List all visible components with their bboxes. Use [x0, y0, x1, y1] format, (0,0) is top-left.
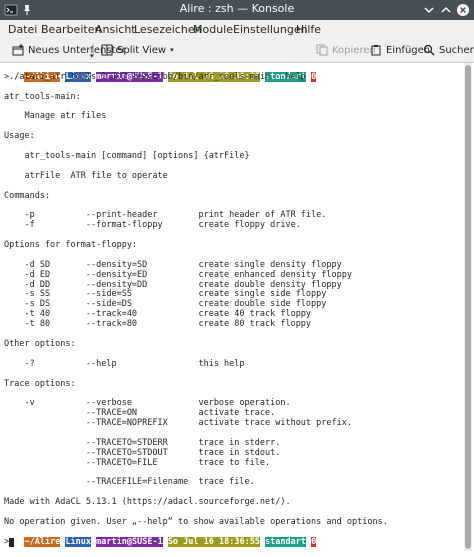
- scrollbar-thumb[interactable]: [465, 65, 471, 549]
- terminal-output-line: Commands:: [4, 190, 51, 201]
- split-view-label: Split View: [117, 44, 167, 56]
- menu-hilfe[interactable]: Hilfe: [296, 23, 321, 36]
- terminal-output-line: Options for format-floppy:: [4, 240, 138, 251]
- copy-button[interactable]: Kopieren: [316, 43, 376, 57]
- terminal-view[interactable]: ~/Alire Linux martin@SUSE-1 So Jul 16 18…: [4, 63, 462, 551]
- paste-icon: [371, 45, 381, 56]
- terminal-output-line: Trace options:: [4, 378, 76, 389]
- terminal-output-line: Manage atr files: [4, 111, 107, 122]
- prompt-status: 0: [311, 536, 317, 547]
- search-icon: [423, 44, 435, 56]
- prompt-branch: standart: [265, 536, 307, 547]
- terminal-output-line: -f --format-floppy create floppy drive.: [4, 220, 301, 231]
- chevron-down-icon: ▾: [170, 46, 174, 54]
- window-title: Alire : zsh — Konsole: [179, 2, 295, 15]
- prompt-directory: ~/Alire: [24, 536, 61, 547]
- terminal-output-line: atrFile ATR file to operate: [4, 170, 168, 181]
- terminal-output: >./atari_atr_tools_1.1.3_1e2cccbb/bin/at…: [4, 71, 462, 528]
- copy-icon: [316, 44, 328, 56]
- menu-module[interactable]: Module: [193, 23, 233, 36]
- terminal-output-line: Other options:: [4, 338, 76, 349]
- split-view-icon: [101, 44, 113, 56]
- text-cursor: [9, 537, 15, 547]
- prompt-line: ~/Alire Linux martin@SUSE-1 So Jul 16 18…: [4, 528, 462, 547]
- paste-button[interactable]: Einfügen: [370, 43, 430, 57]
- terminal-output-line: -? --help this help: [4, 358, 245, 369]
- terminal-output-line: Made with AdaCL 5.13.1 (https://adacl.so…: [4, 497, 291, 508]
- prompt-os: Linux: [65, 536, 92, 547]
- menu-lesezeichen[interactable]: Lesezeichen: [134, 23, 202, 36]
- terminal-output-line: >./atari_atr_tools_1.1.3_1e2cccbb/bin/at…: [4, 71, 306, 82]
- terminal-output-line: No operation given. User „--help“ to sho…: [4, 516, 388, 527]
- chevron-down-icon[interactable]: ▾: [90, 52, 94, 60]
- terminal-output-line: --TRACETO=FILE trace to file.: [4, 457, 271, 468]
- prompt-datetime: So Jul 16 18:36:55: [167, 536, 260, 547]
- terminal-output-line: atr_tools-main [command] [options] {atrF…: [4, 151, 250, 162]
- menu-ansicht[interactable]: Ansicht: [95, 23, 136, 36]
- toolbar: Neues Unterfenster ▾ Split View ▾ Kopier…: [0, 38, 474, 63]
- window-titlebar[interactable]: Alire : zsh — Konsole: [0, 0, 474, 20]
- find-button[interactable]: Suchen: [423, 43, 474, 57]
- prompt-status: 0: [311, 71, 317, 82]
- terminal-output-line: --TRACE=NOPREFIX activate trace without …: [4, 418, 352, 429]
- terminal-output-line: Usage:: [4, 131, 35, 142]
- terminal-output-line: atr_tools-main:: [4, 91, 81, 102]
- minimize-icon[interactable]: [422, 3, 436, 17]
- split-view-button[interactable]: Split View ▾: [101, 43, 174, 57]
- prompt-user: martin@SUSE-1: [96, 536, 163, 547]
- terminal-scrollbar[interactable]: [464, 63, 472, 551]
- terminal-output-line: --TRACEFILE=Filename trace file.: [4, 477, 255, 488]
- terminal-output-line: -t 80 --track=80 create 80 track floppy: [4, 319, 312, 330]
- find-label: Suchen: [439, 44, 474, 56]
- menu-bar: Datei Bearbeiten Ansicht Lesezeichen Mod…: [0, 20, 474, 38]
- menu-bearbeiten[interactable]: Bearbeiten: [41, 23, 101, 36]
- menu-datei[interactable]: Datei: [8, 23, 37, 36]
- maximize-icon[interactable]: [439, 3, 453, 17]
- close-icon[interactable]: [456, 3, 470, 17]
- new-tab-icon: [12, 44, 24, 56]
